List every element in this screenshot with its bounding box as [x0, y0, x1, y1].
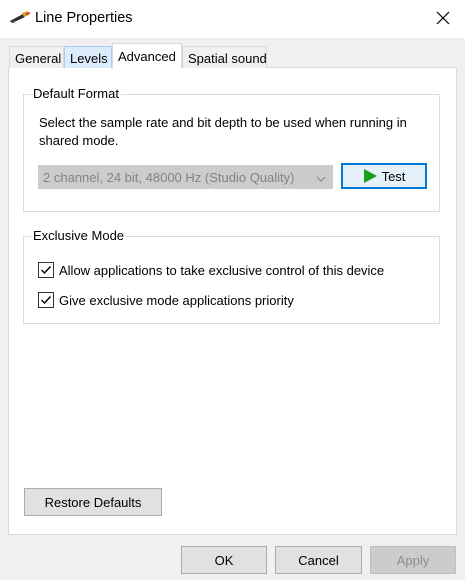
chevron-down-icon — [316, 172, 326, 182]
ok-button-label: OK — [214, 552, 234, 568]
exclusive-mode-group: Exclusive Mode — [23, 228, 440, 324]
title-bar: Line Properties — [0, 0, 465, 38]
exclusive-control-label: Allow applications to take exclusive con… — [59, 262, 385, 278]
checkmark-icon — [41, 296, 52, 305]
tab-levels-label: Levels — [70, 51, 108, 66]
exclusive-mode-title: Exclusive Mode — [31, 228, 127, 243]
audio-line-icon — [9, 9, 31, 27]
exclusive-control-checkbox[interactable] — [38, 262, 54, 278]
test-button-label: Test — [381, 168, 406, 184]
tab-advanced-label: Advanced — [118, 49, 176, 64]
test-button[interactable]: Test — [341, 163, 427, 189]
tab-general[interactable]: General — [9, 46, 64, 68]
default-format-title: Default Format — [31, 86, 121, 101]
cancel-button-label: Cancel — [298, 552, 339, 568]
exclusive-priority-label: Give exclusive mode applications priorit… — [59, 292, 294, 308]
ok-button[interactable]: OK — [181, 546, 267, 574]
restore-defaults-button[interactable]: Restore Defaults — [24, 488, 162, 516]
exclusive-control-option[interactable]: Allow applications to take exclusive con… — [38, 261, 384, 279]
tab-general-label: General — [15, 51, 62, 66]
apply-button[interactable]: Apply — [370, 546, 456, 574]
play-icon — [363, 168, 378, 184]
close-button[interactable] — [425, 2, 461, 34]
format-select[interactable]: 2 channel, 24 bit, 48000 Hz (Studio Qual… — [38, 165, 333, 189]
default-format-group: Default Format — [23, 86, 440, 212]
restore-defaults-label: Restore Defaults — [44, 494, 142, 510]
apply-button-label: Apply — [396, 552, 430, 568]
window-title: Line Properties — [35, 10, 133, 26]
cancel-button[interactable]: Cancel — [275, 546, 362, 574]
line-properties-window: Line Properties General Levels Advanced … — [0, 0, 465, 580]
tab-spatial-sound-label: Spatial sound — [188, 51, 267, 66]
exclusive-priority-option[interactable]: Give exclusive mode applications priorit… — [38, 291, 294, 309]
checkmark-icon — [41, 266, 52, 275]
tab-spatial-sound[interactable]: Spatial sound — [182, 46, 267, 68]
close-icon — [436, 11, 450, 25]
tab-advanced[interactable]: Advanced — [112, 43, 182, 69]
exclusive-priority-checkbox[interactable] — [38, 292, 54, 308]
tab-levels[interactable]: Levels — [64, 46, 112, 68]
default-format-description: Select the sample rate and bit depth to … — [39, 115, 407, 148]
format-select-value: 2 channel, 24 bit, 48000 Hz (Studio Qual… — [43, 170, 295, 185]
